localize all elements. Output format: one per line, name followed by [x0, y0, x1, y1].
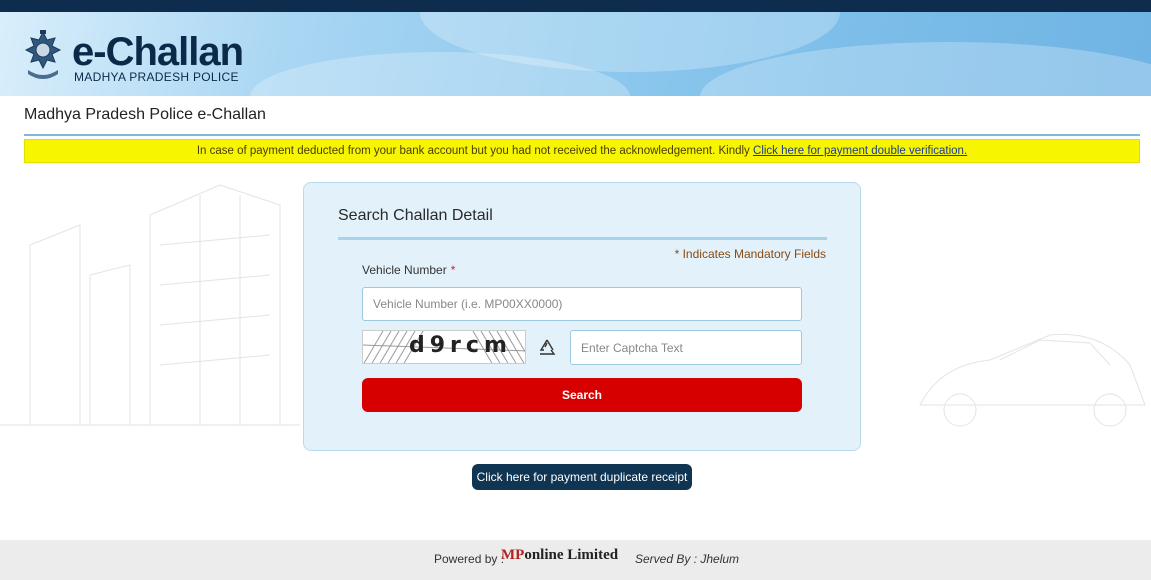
vehicle-label-text: Vehicle Number [362, 263, 447, 277]
logo-subtitle: MADHYA PRADESH POLICE [74, 70, 239, 84]
payment-notice-banner: In case of payment deducted from your ba… [24, 139, 1140, 163]
site-header: e-Challan MADHYA PRADESH POLICE [0, 12, 1151, 96]
search-button[interactable]: Search [362, 378, 802, 412]
vehicle-number-input[interactable] [362, 287, 802, 321]
police-emblem-icon [24, 30, 62, 79]
mponline-brand-mp: MP [501, 547, 525, 563]
title-divider [24, 134, 1140, 136]
captcha-image: d9rcm [362, 330, 526, 364]
top-bar [0, 0, 1151, 12]
logo-title: e-Challan [72, 30, 244, 74]
notice-text: In case of payment deducted from your ba… [196, 145, 750, 157]
search-challan-card: Search Challan Detail * Indicates Mandat… [303, 182, 861, 451]
mponline-logo: MPonline Limited [501, 547, 618, 564]
refresh-captcha-icon[interactable] [536, 337, 558, 359]
powered-by-label: Powered by : [434, 552, 505, 566]
required-marker: * [450, 263, 456, 277]
mandatory-note: * Indicates Mandatory Fields [674, 247, 826, 261]
served-by-label: Served By : Jhelum [635, 552, 740, 566]
card-divider [338, 237, 827, 240]
captcha-text: d9rcm [409, 333, 512, 358]
vehicle-number-label: Vehicle Number * [362, 263, 455, 277]
captcha-text-input[interactable] [570, 330, 802, 365]
duplicate-receipt-button[interactable]: Click here for payment duplicate receipt [472, 464, 692, 490]
payment-verification-link[interactable]: Click here for payment double verificati… [753, 145, 967, 157]
card-title: Search Challan Detail [338, 207, 493, 224]
mponline-brand-rest: online Limited [524, 547, 619, 563]
page-title: Madhya Pradesh Police e-Challan [24, 106, 266, 123]
footer: Powered by : MPonline Limited Served By … [0, 540, 1151, 580]
